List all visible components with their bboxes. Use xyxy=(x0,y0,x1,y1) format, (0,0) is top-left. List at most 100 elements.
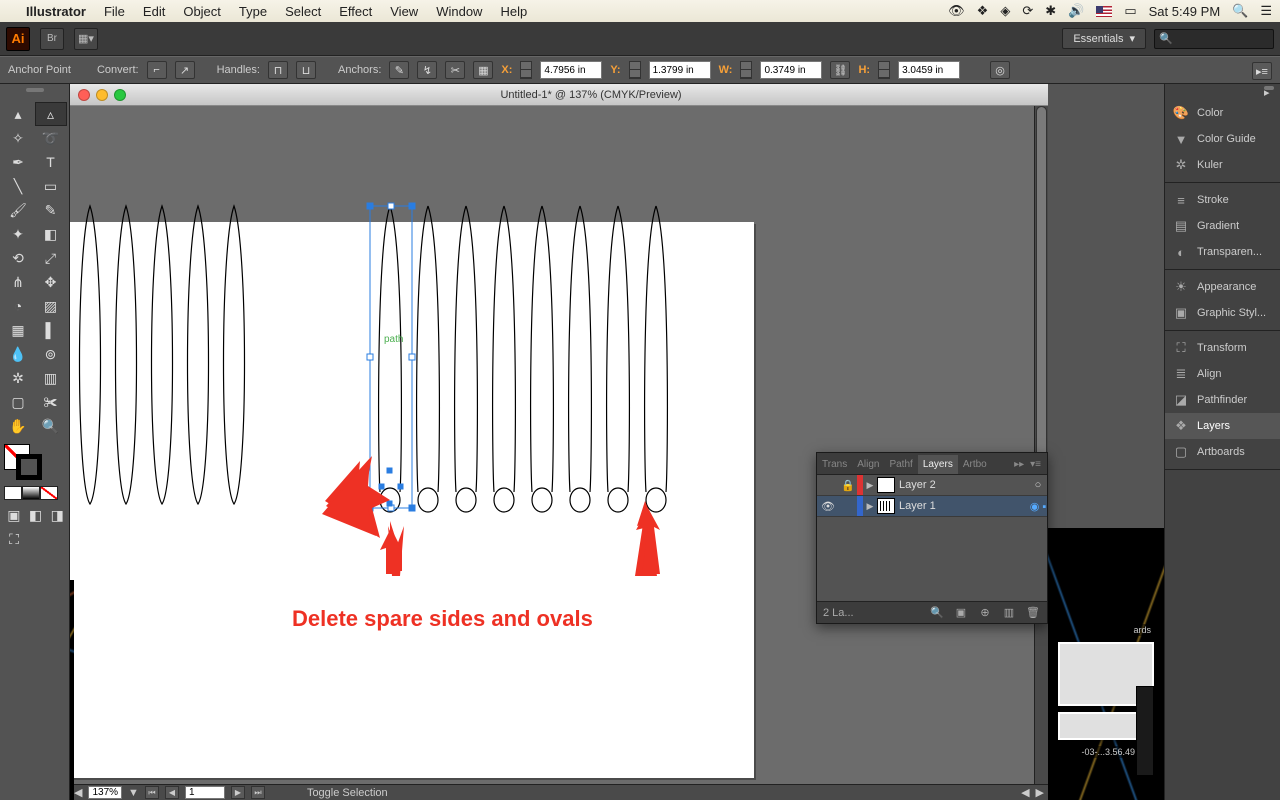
panel-kuler[interactable]: ✲Kuler xyxy=(1165,152,1280,178)
window-minimize-button[interactable] xyxy=(96,89,108,101)
input-source-icon[interactable] xyxy=(1096,6,1112,17)
zoom-field[interactable]: 137% xyxy=(88,786,122,799)
artboard-tool[interactable]: ▢ xyxy=(2,390,34,414)
menu-help[interactable]: Help xyxy=(500,4,527,19)
drawing-mode-behind[interactable]: ◧ xyxy=(26,506,46,524)
window-close-button[interactable] xyxy=(78,89,90,101)
hand-tool[interactable]: ✋ xyxy=(2,414,34,438)
menu-file[interactable]: File xyxy=(104,4,125,19)
tab-align[interactable]: Align xyxy=(852,455,884,474)
workspace-switcher[interactable]: Essentials▾ xyxy=(1062,28,1146,49)
delete-layer-icon[interactable]: 🗑 xyxy=(1025,606,1041,619)
tab-layers[interactable]: Layers xyxy=(918,455,958,474)
expand-toggle[interactable]: ▶ xyxy=(863,501,877,512)
toolbox-grip[interactable] xyxy=(2,88,67,98)
notification-center-icon[interactable]: ☰ xyxy=(1260,3,1272,19)
mesh-tool[interactable]: ▦ xyxy=(2,318,34,342)
handles-show-button[interactable]: ⊓ xyxy=(268,61,288,79)
gradient-mode-button[interactable] xyxy=(22,486,40,500)
graph-tool[interactable]: ▥ xyxy=(35,366,67,390)
width-tool[interactable]: ⋔ xyxy=(2,270,34,294)
convert-smooth-button[interactable]: ↗ xyxy=(175,61,195,79)
lock-toggle[interactable]: 🔒 xyxy=(839,479,857,492)
type-tool[interactable]: T xyxy=(35,150,67,174)
handles-hide-button[interactable]: ⊔ xyxy=(296,61,316,79)
app-name[interactable]: Illustrator xyxy=(26,4,86,19)
line-tool[interactable]: ╲ xyxy=(2,174,34,198)
window-zoom-button[interactable] xyxy=(114,89,126,101)
hscroll-left-icon[interactable]: ◀ xyxy=(1021,786,1029,799)
last-artboard-button[interactable]: ⏭ xyxy=(251,786,265,799)
y-field[interactable] xyxy=(649,61,711,79)
wifi-icon[interactable]: ◈ xyxy=(1000,3,1010,19)
remove-anchor-button[interactable]: ✎ xyxy=(389,61,409,79)
locate-object-icon[interactable]: 🔍 xyxy=(929,606,945,619)
layer-name[interactable]: Layer 1 xyxy=(899,500,1029,512)
dock-collapse[interactable]: ▸ xyxy=(1165,86,1280,96)
tab-transform[interactable]: Trans xyxy=(817,455,852,474)
h-stepper[interactable] xyxy=(878,61,890,79)
drawing-mode-inside[interactable]: ◨ xyxy=(47,506,67,524)
free-transform-tool[interactable]: ✥ xyxy=(35,270,67,294)
bridge-button[interactable]: Br xyxy=(40,28,64,50)
w-field[interactable] xyxy=(760,61,822,79)
pencil-tool[interactable]: ✎ xyxy=(35,198,67,222)
visibility-toggle[interactable]: 👁 xyxy=(817,500,839,513)
help-search[interactable]: 🔍 xyxy=(1154,29,1274,49)
hscroll-right-icon[interactable]: ▶ xyxy=(1036,786,1044,799)
panel-stroke[interactable]: ≡Stroke xyxy=(1165,187,1280,213)
panel-graphic-styles[interactable]: ▣Graphic Styl... xyxy=(1165,300,1280,326)
menu-select[interactable]: Select xyxy=(285,4,321,19)
w-stepper[interactable] xyxy=(740,61,752,79)
panel-color-guide[interactable]: ▼Color Guide xyxy=(1165,126,1280,152)
panel-transparency[interactable]: ◐Transparen... xyxy=(1165,239,1280,265)
shape-builder-tool[interactable]: ◔ xyxy=(2,294,34,318)
artboard-field[interactable]: 1 xyxy=(185,786,225,799)
rectangle-tool[interactable]: ▭ xyxy=(35,174,67,198)
volume-icon[interactable]: 🔊 xyxy=(1068,3,1084,19)
stroke-swatch[interactable] xyxy=(16,454,42,480)
bluetooth-icon[interactable]: ✱ xyxy=(1045,3,1056,19)
constrain-proportions-button[interactable]: ⛓ xyxy=(830,61,850,79)
blend-tool[interactable]: ⊚ xyxy=(35,342,67,366)
panel-artboards[interactable]: ▢Artboards xyxy=(1165,439,1280,465)
align-to-pixel-button[interactable]: ▦ xyxy=(473,61,493,79)
target-icon[interactable]: ◉ ▪ xyxy=(1029,500,1047,513)
gradient-tool[interactable]: ▌ xyxy=(35,318,67,342)
new-layer-icon[interactable]: ▥ xyxy=(1001,606,1017,619)
x-field[interactable] xyxy=(540,61,602,79)
panel-layers[interactable]: ❖Layers xyxy=(1165,413,1280,439)
evernote-icon[interactable]: ❖ xyxy=(977,3,989,19)
control-menu-button[interactable]: ▸≡ xyxy=(1252,62,1272,80)
canvas-viewport[interactable]: path Delete spare sides and ovals xyxy=(70,106,1034,784)
spotlight-icon[interactable]: 🔍 xyxy=(1232,3,1248,19)
none-mode-button[interactable] xyxy=(40,486,58,500)
screen-mode-button[interactable]: ⛶ xyxy=(4,530,24,548)
expand-toggle[interactable]: ▶ xyxy=(863,480,877,491)
sync-icon[interactable]: ⟳ xyxy=(1022,3,1033,19)
tab-artboards[interactable]: Artbo xyxy=(958,455,992,474)
first-artboard-button[interactable]: ⏮ xyxy=(145,786,159,799)
selection-tool[interactable]: ▴ xyxy=(2,102,34,126)
rotate-tool[interactable]: ⟲ xyxy=(2,246,34,270)
zoom-out-icon[interactable]: ◀ xyxy=(74,786,82,799)
paintbrush-tool[interactable]: 🖌 xyxy=(2,198,34,222)
clock[interactable]: Sat 5:49 PM xyxy=(1149,4,1221,19)
convert-corner-button[interactable]: ⌐ xyxy=(147,61,167,79)
lasso-tool[interactable]: ➰ xyxy=(35,126,67,150)
tab-pathfinder[interactable]: Pathf xyxy=(884,455,917,474)
panel-pathfinder[interactable]: ◪Pathfinder xyxy=(1165,387,1280,413)
layer-name[interactable]: Layer 2 xyxy=(899,479,1029,491)
blob-brush-tool[interactable]: ✦ xyxy=(2,222,34,246)
battery-icon[interactable]: ▭ xyxy=(1124,3,1136,19)
panel-color[interactable]: 🎨Color xyxy=(1165,100,1280,126)
menu-object[interactable]: Object xyxy=(183,4,221,19)
y-stepper[interactable] xyxy=(629,61,641,79)
new-sublayer-icon[interactable]: ⊕ xyxy=(977,606,993,619)
color-mode-button[interactable] xyxy=(4,486,22,500)
menu-type[interactable]: Type xyxy=(239,4,267,19)
next-artboard-button[interactable]: ▶ xyxy=(231,786,245,799)
panel-collapse-icon[interactable]: ▸▸ xyxy=(1014,459,1024,470)
magic-wand-tool[interactable]: ✧ xyxy=(2,126,34,150)
layer-row[interactable]: 🔒 ▶ Layer 2 ○ xyxy=(817,475,1047,496)
